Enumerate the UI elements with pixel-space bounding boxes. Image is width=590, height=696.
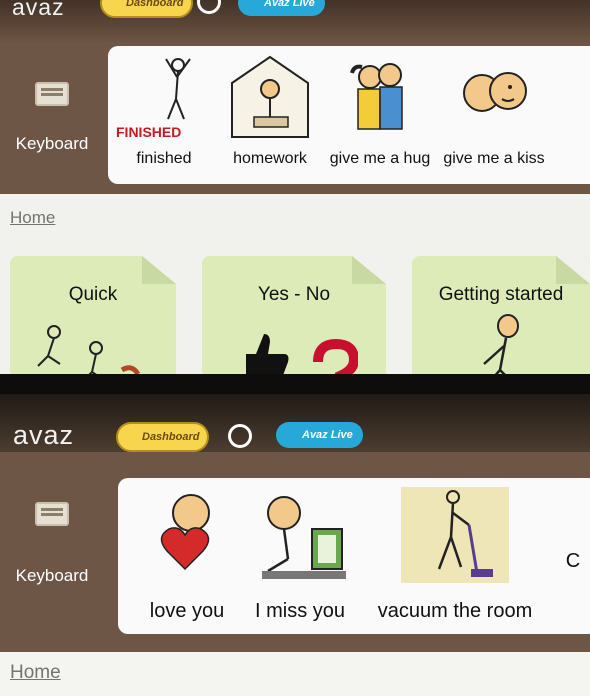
keyboard-label: Keyboard [15,566,89,585]
miss-you-picture-icon [248,482,352,592]
message-strip: Keyboard FINISHED finished homework give… [0,42,590,194]
app-logo: avaz [12,0,65,20]
folder-getting-started[interactable]: Getting started [412,256,590,374]
sentence-bar[interactable]: FINISHED finished homework give me a hug… [108,46,590,184]
word-partial[interactable]: C [558,550,588,573]
word-give-me-a-kiss[interactable]: give me a kiss [442,52,546,168]
word-label: give me a hug [329,150,431,167]
finished-picture-icon: FINISHED [112,52,216,142]
dashboard-button-label: Dashboard [126,0,184,9]
breadcrumb-bar: Home [0,652,590,696]
app-header: avaz Dashboard Avaz Live [0,0,590,42]
word-label: vacuum the room [377,600,533,622]
dashboard-button[interactable]: Dashboard [100,0,194,18]
sentence-bar[interactable]: love you I miss you vacuum the room C [118,478,590,634]
word-i-miss-you[interactable]: I miss you [248,482,352,623]
folder-title: Yes - No [257,284,331,305]
word-label: homework [233,150,307,167]
breadcrumb-home-link[interactable]: Home [10,662,61,684]
thumbs-up-icon [246,334,358,374]
app-logo: avaz [13,420,75,450]
toggle-circle-icon[interactable] [228,424,252,448]
word-love-you[interactable]: love you [136,482,238,623]
word-label: I miss you [254,600,346,622]
folder-title: Getting started [438,284,564,305]
word-label: give me a kiss [443,150,545,167]
word-give-me-a-hug[interactable]: give me a hug [328,52,432,168]
word-finished[interactable]: FINISHED finished [112,52,216,168]
top-screenshot-panel: avaz Dashboard Avaz Live Keyboard FINISH… [0,0,590,374]
keyboard-label: Keyboard [15,134,89,153]
hug-picture-icon [328,52,432,142]
folder-yes-no[interactable]: Yes - No [202,256,386,374]
app-header: avaz Dashboard Avaz Live [0,394,590,452]
word-homework[interactable]: homework [218,52,322,168]
keyboard-button[interactable]: Keyboard [6,82,98,154]
avaz-live-label: Avaz Live [302,429,353,441]
avaz-live-label: Avaz Live [264,0,315,9]
word-label: love you [149,600,225,622]
keyboard-icon [35,502,69,526]
word-label: finished [136,150,192,167]
message-strip: Keyboard love you I miss you vacuum the … [0,452,590,652]
finished-caption: FINISHED [116,124,182,140]
standing-figure-icon [483,314,519,374]
keyboard-button[interactable]: Keyboard [6,502,98,586]
breadcrumb-bar: Home [0,194,590,246]
folder-quick[interactable]: Quick [10,256,176,374]
breadcrumb-home-link[interactable]: Home [10,208,55,228]
screenshot-collage: avaz Dashboard Avaz Live Keyboard FINISH… [0,0,590,696]
homework-picture-icon [218,52,322,142]
word-vacuum-the-room[interactable]: vacuum the room [358,482,552,623]
folder-title: Quick [68,284,118,305]
toggle-circle-icon[interactable] [197,0,221,14]
word-label: C [565,550,581,572]
vacuum-picture-icon [358,482,552,592]
avaz-live-button[interactable]: Avaz Live [238,0,325,16]
dashboard-button[interactable]: Dashboard [116,422,210,452]
dashboard-button-label: Dashboard [142,431,200,443]
folder-grid: Quick Yes - No Getting started [0,246,590,374]
bottom-screenshot-panel: avaz Dashboard Avaz Live Keyboard love y… [0,374,590,696]
keyboard-icon [35,82,69,106]
avaz-live-button[interactable]: Avaz Live [276,422,363,448]
love-you-picture-icon [136,482,238,592]
kiss-picture-icon [442,52,546,142]
running-figure-icon [37,325,141,374]
